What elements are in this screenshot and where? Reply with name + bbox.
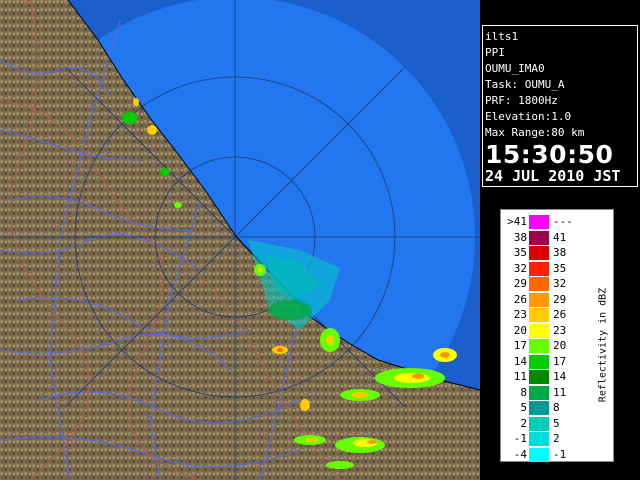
legend-swatch: [529, 447, 549, 462]
legend-lower-bound: 14: [513, 354, 527, 368]
legend-lower-bound: >41: [507, 215, 527, 228]
legend-lower-bound: 38: [513, 230, 527, 244]
legend-row: 20 23: [501, 323, 601, 339]
legend-row: 14 17: [501, 354, 601, 370]
radar-ppi-map[interactable]: [0, 0, 480, 480]
legend-lower-bound: 29: [513, 277, 527, 290]
legend-row: -4 -1: [501, 447, 601, 463]
product-name: ilts1: [485, 30, 519, 43]
legend-row: 25: [501, 416, 601, 432]
legend-upper-bound: 32: [553, 277, 567, 290]
legend-row: >41 ---: [501, 214, 601, 230]
legend-swatch: [529, 401, 549, 415]
legend-swatch: [529, 354, 549, 369]
legend-row: 26 29: [501, 292, 601, 308]
legend-swatch: [529, 323, 549, 338]
legend-swatch: [529, 246, 549, 260]
legend-lower-bound: 35: [513, 246, 527, 259]
legend-lower-bound: 17: [513, 339, 527, 352]
legend-row: 11 14: [501, 369, 601, 385]
legend-upper-bound: 20: [553, 339, 567, 352]
legend-row: 29 32: [501, 276, 601, 292]
legend-upper-bound: 17: [553, 354, 567, 368]
max-range-value: Max Range:80 km: [485, 126, 585, 139]
legend-upper-bound: 11: [553, 385, 567, 399]
legend-swatch: [529, 215, 549, 229]
legend-row: -1 2: [501, 431, 601, 447]
legend-upper-bound: 29: [553, 292, 567, 306]
prf-value: PRF: 1800Hz: [485, 94, 558, 107]
legend-upper-bound: 23: [553, 323, 567, 337]
legend-lower-bound: 32: [513, 261, 527, 275]
legend-row: 35 38: [501, 245, 601, 261]
legend-row: 23 26: [501, 307, 601, 323]
legend-upper-bound: 26: [553, 308, 567, 321]
legend-swatch: [529, 277, 549, 291]
legend-swatch: [529, 339, 549, 353]
legend-swatch: [529, 261, 549, 276]
legend-upper-bound: 2: [553, 432, 560, 445]
legend-upper-bound: ---: [553, 215, 573, 228]
legend-row: 32 35: [501, 261, 601, 277]
legend-lower-bound: 26: [513, 292, 527, 306]
legend-lower-bound: -1: [513, 432, 527, 445]
legend-lower-bound: 20: [513, 323, 527, 337]
legend-row: 38 41: [501, 230, 601, 246]
legend-lower-bound: 5: [520, 401, 527, 414]
legend-row: 58: [501, 400, 601, 416]
legend-swatch: [529, 385, 549, 400]
legend-row: 8 11: [501, 385, 601, 401]
legend-row: 17 20: [501, 338, 601, 354]
reflectivity-legend: >41 --- 38 41 35 38 32 35 29 32 26 29 23 26 20 23 17 20 14…: [500, 209, 614, 462]
legend-upper-bound: 8: [553, 401, 560, 414]
elevation-value: Elevation:1.0: [485, 110, 572, 123]
legend-upper-bound: 14: [553, 370, 567, 383]
scan-time: 15:30:50: [485, 140, 614, 169]
legend-swatch: [529, 308, 549, 322]
info-panel: ilts1 PPI OUMU_IMA0 Task: OUMU_A PRF: 18…: [480, 0, 640, 480]
site-name: OUMU_IMA0: [485, 62, 545, 75]
legend-upper-bound: -1: [553, 447, 567, 461]
legend-lower-bound: 2: [520, 416, 527, 430]
legend-upper-bound: 41: [553, 230, 567, 244]
legend-swatch: [529, 292, 549, 307]
legend-title: Reflectivity in dBZ: [597, 287, 609, 403]
legend-lower-bound: -4: [513, 447, 527, 461]
legend-lower-bound: 8: [520, 385, 527, 399]
legend-upper-bound: 38: [553, 246, 567, 259]
scan-type: PPI: [485, 46, 505, 59]
scan-date: 24 JUL 2010 JST: [485, 167, 621, 185]
scan-info-box: ilts1 PPI OUMU_IMA0 Task: OUMU_A PRF: 18…: [482, 25, 638, 187]
legend-lower-bound: 23: [513, 308, 527, 321]
legend-swatch: [529, 230, 549, 245]
task-name: Task: OUMU_A: [485, 78, 565, 91]
legend-lower-bound: 11: [513, 370, 527, 383]
legend-upper-bound: 35: [553, 261, 567, 275]
legend-swatch: [529, 432, 549, 446]
legend-upper-bound: 5: [553, 416, 560, 430]
legend-swatch: [529, 416, 549, 431]
legend-swatch: [529, 370, 549, 384]
